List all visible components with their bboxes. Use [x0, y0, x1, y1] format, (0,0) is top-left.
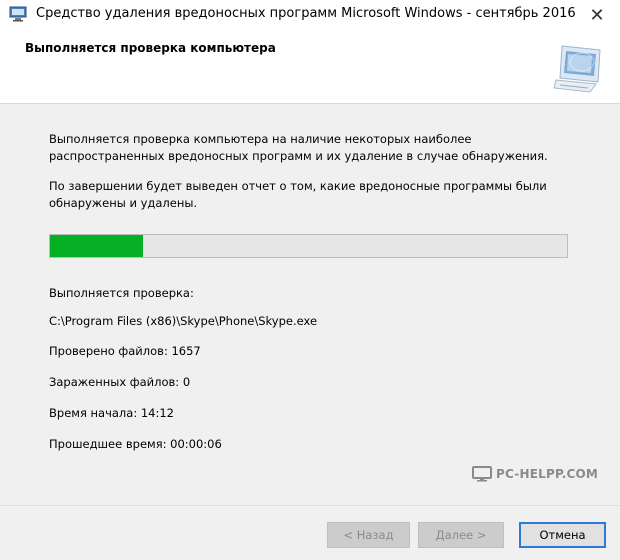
cancel-button[interactable]: Отмена — [519, 522, 606, 548]
back-button[interactable]: < Назад — [327, 522, 410, 548]
msrt-app-icon — [9, 6, 27, 22]
description-scan: Выполняется проверка компьютера на налич… — [49, 132, 548, 163]
scanned-files-count: Проверено файлов: 1657 — [49, 344, 201, 358]
header-panel: Выполняется проверка компьютера — [0, 30, 620, 104]
computer-scan-graphic — [553, 45, 601, 93]
title-bar: Средство удаления вредоносных программ M… — [0, 0, 620, 30]
scanning-path: C:\Program Files (x86)\Skype\Phone\Skype… — [49, 314, 318, 328]
scan-progress-bar — [49, 234, 568, 258]
close-button[interactable]: ✕ — [574, 0, 620, 30]
scanning-label: Выполняется проверка: — [49, 286, 194, 300]
next-button[interactable]: Далее > — [418, 522, 504, 548]
footer-divider — [0, 505, 620, 506]
window-title: Средство удаления вредоносных программ M… — [36, 6, 576, 21]
page-title: Выполняется проверка компьютера — [25, 41, 276, 55]
progress-fill — [50, 235, 144, 257]
description-report: По завершении будет выведен отчет о том,… — [49, 179, 547, 210]
watermark: PC-HELPP.COM — [472, 465, 598, 483]
monitor-icon — [472, 466, 492, 482]
infected-files-count: Зараженных файлов: 0 — [49, 375, 191, 389]
close-icon: ✕ — [589, 4, 605, 26]
watermark-text: PC-HELPP.COM — [496, 467, 599, 481]
elapsed-time: Прошедшее время: 00:00:06 — [49, 437, 222, 451]
start-time: Время начала: 14:12 — [49, 406, 174, 420]
